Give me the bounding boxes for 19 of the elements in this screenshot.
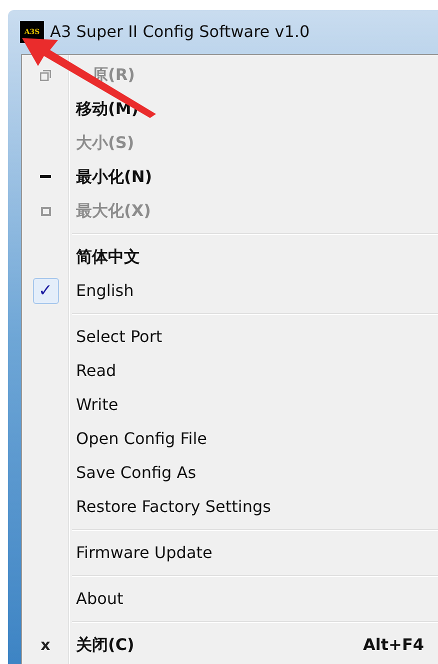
menu-item[interactable]: 简体中文 xyxy=(22,240,438,274)
shortcut-text: Alt+F4 xyxy=(363,634,424,656)
menu-item[interactable]: Write xyxy=(22,388,438,422)
menu-item[interactable]: Save Config As xyxy=(22,456,438,490)
menu-item[interactable]: x 关闭(C) Alt+F4 xyxy=(22,628,438,662)
minimize-icon xyxy=(40,175,51,179)
window-title: A3 Super II Config Software v1.0 xyxy=(50,21,310,43)
menu-item[interactable]: 最小化(N) xyxy=(22,160,438,194)
menu-item[interactable]: Restore Factory Settings xyxy=(22,490,438,524)
menu-item[interactable]: Read xyxy=(22,354,438,388)
close-icon: x xyxy=(40,638,50,652)
restore-icon xyxy=(40,70,51,80)
checkmark: ✓ xyxy=(32,278,58,304)
maximize-icon xyxy=(40,206,50,216)
menu-item[interactable]: ✓ English xyxy=(22,274,438,308)
menu-item[interactable]: About xyxy=(22,582,438,616)
menu-item[interactable]: Firmware Update xyxy=(22,536,438,570)
menu-item[interactable]: Open Config File xyxy=(22,422,438,456)
menu-item[interactable]: Select Port xyxy=(22,320,438,354)
